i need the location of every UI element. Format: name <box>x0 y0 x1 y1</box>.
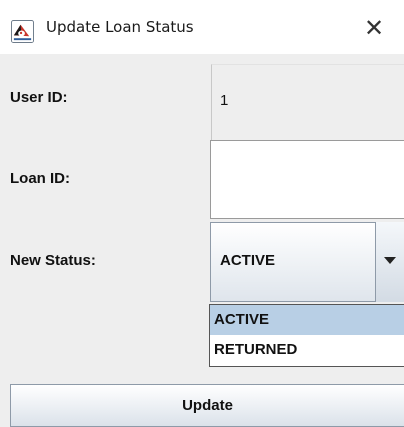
user-id-value: 1 <box>220 92 229 109</box>
chevron-down-icon[interactable] <box>375 222 404 302</box>
close-button[interactable]: ✕ <box>344 4 404 54</box>
java-duke-icon <box>11 20 34 43</box>
status-combobox[interactable]: ACTIVE <box>210 222 404 302</box>
status-option-active[interactable]: ACTIVE <box>210 305 404 335</box>
form-panel: User ID: 1 Loan ID: New Status: ACTIVE A… <box>0 54 404 427</box>
user-id-label: User ID: <box>10 89 68 106</box>
close-icon: ✕ <box>363 14 385 42</box>
status-option-returned[interactable]: RETURNED <box>210 335 404 365</box>
window-title: Update Loan Status <box>46 18 194 36</box>
status-dropdown-list: ACTIVE RETURNED <box>209 304 404 367</box>
loan-id-input[interactable] <box>210 140 404 219</box>
loan-id-label: Loan ID: <box>10 170 70 187</box>
status-selected-value: ACTIVE <box>220 252 276 269</box>
update-button[interactable]: Update <box>10 384 404 427</box>
user-id-value-cell: 1 <box>211 64 404 140</box>
new-status-label: New Status: <box>10 252 96 269</box>
title-bar[interactable]: Update Loan Status ✕ <box>0 4 404 55</box>
